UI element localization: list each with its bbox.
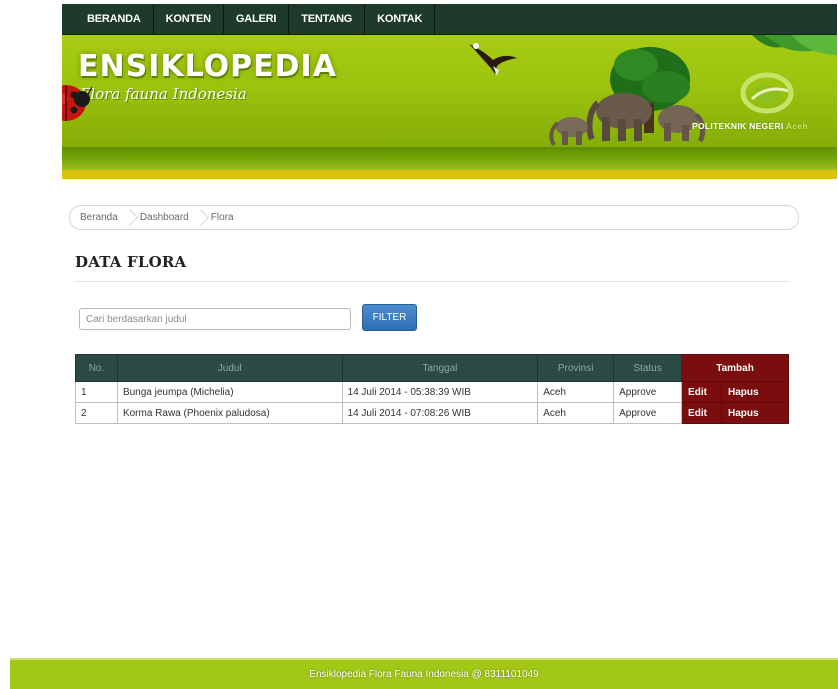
nav-item-galeri[interactable]: GALERI [224,4,290,34]
header-tanggal: Tanggal [341,354,539,382]
ladybug-icon [62,85,92,121]
cell-status: Approve [613,381,683,403]
header-provinsi: Provinsi [537,354,615,382]
filter-button[interactable]: FILTER [362,304,417,331]
cell-provinsi: Aceh [537,402,615,424]
page-title: DATA FLORA [75,253,187,271]
breadcrumb-separator [195,207,205,229]
hapus-button[interactable]: Hapus [721,381,789,403]
edit-button[interactable]: Edit [681,381,723,403]
breadcrumb: Beranda Dashboard Flora [69,205,799,230]
nav-item-beranda[interactable]: BERANDA [75,4,154,34]
top-navigation: BERANDA KONTEN GALERI TENTANG KONTAK [62,4,837,35]
site-title: ENSIKLOPEDIA [78,49,337,84]
table-row: 2 Korma Rawa (Phoenix paludosa) 14 Juli … [75,402,789,424]
header-status: Status [613,354,683,382]
hapus-button[interactable]: Hapus [721,402,789,424]
header-judul: Judul [116,354,343,382]
search-input[interactable] [79,308,351,330]
politeknik-logo-icon [740,72,794,114]
breadcrumb-flora: Flora [210,212,234,223]
footer: Ensiklopedia Flora Fauna Indonesia @ 831… [10,658,838,689]
flora-table: No. Judul Tanggal Provinsi Status Tambah… [75,354,789,424]
tambah-button[interactable]: Tambah [681,354,789,382]
edit-button[interactable]: Edit [681,402,723,424]
cell-status: Approve [613,402,683,424]
header-banner: ENSIKLOPEDIA Flora fauna Indonesia POLIT… [62,35,837,147]
cell-judul: Korma Rawa (Phoenix paludosa) [116,402,343,424]
site-subtitle: Flora fauna Indonesia [80,85,247,103]
table-header-row: No. Judul Tanggal Provinsi Status Tambah [75,354,789,382]
eagle-icon [469,43,517,76]
table-row: 1 Bunga jeumpa (Michelia) 14 Juli 2014 -… [75,381,789,403]
cell-no: 1 [75,381,118,403]
banner-strip-shadow [62,170,837,179]
institution-name: POLITEKNIK NEGERI Aceh [692,121,808,131]
footer-text: Ensiklopedia Flora Fauna Indonesia @ 831… [309,669,539,680]
cell-tanggal: 14 Juli 2014 - 05:38:39 WIB [341,381,539,403]
header-no: No. [75,354,118,382]
cell-tanggal: 14 Juli 2014 - 07:08:26 WIB [341,402,539,424]
institution-name-faint: Aceh [785,121,808,131]
breadcrumb-separator [124,207,134,229]
title-divider [75,281,789,282]
leaves-illustration [752,35,837,55]
breadcrumb-beranda[interactable]: Beranda [80,212,118,223]
nav-item-tentang[interactable]: TENTANG [289,4,366,34]
cell-no: 2 [75,402,118,424]
nav-item-konten[interactable]: KONTEN [154,4,224,34]
breadcrumb-dashboard[interactable]: Dashboard [140,212,189,223]
cell-judul: Bunga jeumpa (Michelia) [116,381,343,403]
institution-name-bold: POLITEKNIK NEGERI [692,121,784,131]
cell-provinsi: Aceh [537,381,615,403]
nav-item-kontak[interactable]: KONTAK [365,4,436,34]
